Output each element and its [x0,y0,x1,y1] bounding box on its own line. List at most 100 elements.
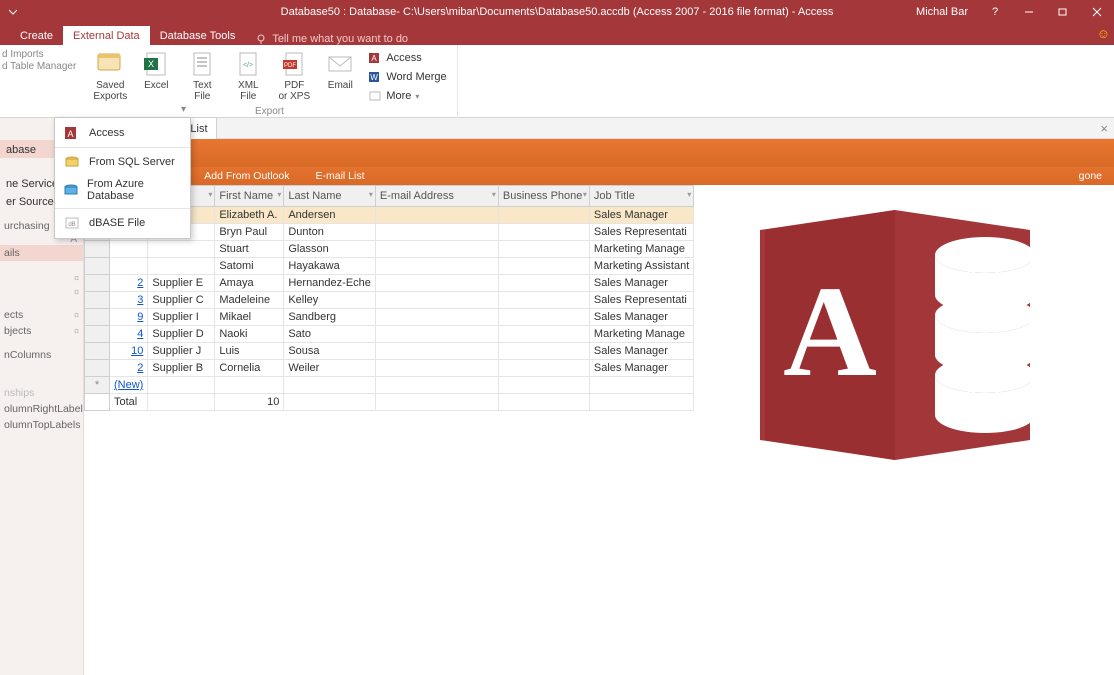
cell-job-title[interactable]: Sales Manager [589,343,693,360]
form-link[interactable]: gone [1079,170,1102,182]
cell-email[interactable] [375,343,498,360]
more-export-button[interactable]: More ▾ [364,87,450,105]
cell-first-name[interactable]: Amaya [215,275,284,292]
cell-company[interactable]: Supplier J [148,343,215,360]
column-header[interactable]: Business Phone▾ [498,186,589,207]
cell-first-name[interactable]: Luis [215,343,284,360]
cell-phone[interactable] [498,275,589,292]
cell-first-name[interactable]: Elizabeth A. [215,207,284,224]
cell-job-title[interactable]: Sales Representati [589,292,693,309]
form-link[interactable]: E-mail List [315,170,364,182]
cell-first-name[interactable]: Bryn Paul [215,224,284,241]
cell-phone[interactable] [498,292,589,309]
cell-phone[interactable] [498,326,589,343]
table-row[interactable]: SatomiHayakawa Marketing Assistant [85,258,694,275]
cell-phone[interactable] [498,207,589,224]
help-button[interactable]: ? [978,0,1012,23]
cell-last-name[interactable]: Kelley [284,292,376,309]
nav-item[interactable]: olumnRightLabels [0,401,83,417]
text-file-button[interactable]: Text File [180,47,224,104]
cell-id[interactable]: 3 [110,292,148,309]
tell-me-search[interactable]: Tell me what you want to do [255,33,408,45]
row-selector[interactable] [85,309,110,326]
cell-first-name[interactable]: Madeleine [215,292,284,309]
feedback-smiley-icon[interactable]: ☺ [1097,26,1110,41]
form-link[interactable]: Add From Outlook [204,170,289,182]
column-header[interactable]: E-mail Address▾ [375,186,498,207]
email-button[interactable]: Email [318,47,362,93]
cell-id[interactable]: 10 [110,343,148,360]
row-selector[interactable] [85,292,110,309]
qat-dropdown-icon[interactable] [6,5,20,19]
cell-job-title[interactable]: Sales Manager [589,360,693,377]
table-row[interactable]: 9Supplier IMikaelSandbergSales Manager [85,309,694,326]
cell-last-name[interactable]: Andersen [284,207,376,224]
cell-phone[interactable] [498,258,589,275]
column-header[interactable]: First Name▾ [215,186,284,207]
word-merge-button[interactable]: W Word Merge [364,68,450,86]
cell-last-name[interactable]: Hernandez-Eche [284,275,376,292]
cell-email[interactable] [375,241,498,258]
cell-first-name[interactable]: Mikael [215,309,284,326]
dropdown-item-access[interactable]: A Access [55,121,190,145]
access-export-button[interactable]: A Access [364,49,450,67]
dropdown-item-dbase[interactable]: dB dBASE File [55,211,190,235]
cell-job-title[interactable]: Marketing Manage [589,241,693,258]
tab-database-tools[interactable]: Database Tools [150,26,246,45]
cell-email[interactable] [375,207,498,224]
nav-item[interactable]: nships [0,385,83,401]
nav-item[interactable]: ¤ [0,271,83,285]
cell-phone[interactable] [498,241,589,258]
user-name[interactable]: Michal Bar [916,6,968,18]
cell-job-title[interactable]: Sales Manager [589,207,693,224]
row-selector[interactable] [85,241,110,258]
cell-company[interactable]: Supplier C [148,292,215,309]
cell-email[interactable] [375,292,498,309]
close-button[interactable] [1080,0,1114,23]
cell-last-name[interactable]: Sandberg [284,309,376,326]
cell-first-name[interactable]: Satomi [215,258,284,275]
cell-new[interactable]: (New) [110,377,148,394]
row-selector[interactable]: * [85,377,110,394]
nav-item[interactable]: ¤ [0,285,83,299]
cell-job-title[interactable]: Marketing Assistant [589,258,693,275]
new-record-row[interactable]: *(New) [85,377,694,394]
cell-email[interactable] [375,258,498,275]
nav-item[interactable]: nColumns [0,347,83,363]
tab-create[interactable]: Create [10,26,63,45]
cell-company[interactable]: Supplier I [148,309,215,326]
cell-last-name[interactable]: Weiler [284,360,376,377]
restore-button[interactable] [1046,0,1080,23]
dropdown-item-sql-server[interactable]: From SQL Server [55,150,190,174]
tab-external-data[interactable]: External Data [63,26,150,45]
table-row[interactable]: StuartGlassonMarketing Manage [85,241,694,258]
cell-id[interactable] [110,258,148,275]
cell-first-name[interactable]: Stuart [215,241,284,258]
cell-phone[interactable] [498,309,589,326]
cell-job-title[interactable]: Sales Manager [589,275,693,292]
cell-email[interactable] [375,224,498,241]
row-selector[interactable] [85,360,110,377]
cell-job-title[interactable]: Marketing Manage [589,326,693,343]
table-row[interactable]: 2Supplier BCorneliaWeilerSales Manager [85,360,694,377]
cell-last-name[interactable]: Hayakawa [284,258,376,275]
ribbon-cut-item[interactable]: d Table Manager [2,61,76,72]
table-row[interactable]: 4Supplier DNaokiSatoMarketing Manage [85,326,694,343]
cell-id[interactable] [110,241,148,258]
table-row[interactable]: 2Supplier EAmayaHernandez-Eche Sales Mana… [85,275,694,292]
cell-phone[interactable] [498,224,589,241]
nav-item[interactable]: ails [0,245,83,261]
cell-company[interactable]: Supplier D [148,326,215,343]
cell-email[interactable] [375,326,498,343]
table-row[interactable]: 3Supplier CMadeleineKelley Sales Represen… [85,292,694,309]
cell-email[interactable] [375,275,498,292]
table-row[interactable]: 10Supplier JLuisSousaSales Manager [85,343,694,360]
minimize-button[interactable] [1012,0,1046,23]
cell-id[interactable]: 2 [110,275,148,292]
nav-item[interactable]: olumnTopLabels [0,417,83,433]
nav-item[interactable]: bjects¤ [0,323,83,339]
column-header[interactable]: Job Title▾ [589,186,693,207]
pdf-xps-button[interactable]: PDF PDF or XPS [272,47,316,104]
cell-first-name[interactable]: Naoki [215,326,284,343]
cell-company[interactable]: Supplier E [148,275,215,292]
